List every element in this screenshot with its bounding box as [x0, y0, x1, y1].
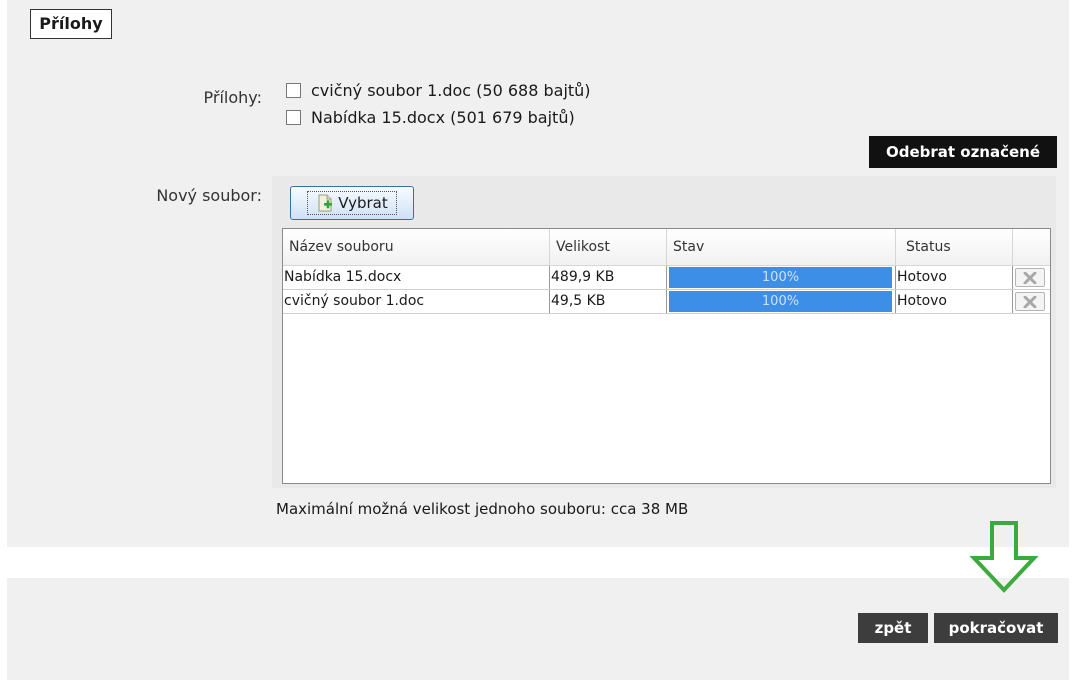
remove-file-button[interactable] — [1015, 268, 1045, 287]
column-header-status: Status — [896, 229, 1013, 265]
progress-cell: 100% — [667, 290, 896, 313]
add-file-icon — [318, 194, 333, 212]
attachments-label: Přílohy: — [203, 88, 262, 107]
file-size: 49,5 KB — [550, 290, 667, 313]
table-header: Název souboru Velikost Stav Status — [283, 229, 1050, 266]
close-icon — [1023, 295, 1037, 308]
choose-file-label: Vybrat — [338, 194, 388, 212]
remove-file-button[interactable] — [1015, 292, 1045, 311]
arrow-down-icon — [969, 521, 1039, 593]
file-status: Hotovo — [896, 266, 1013, 289]
attachment-checkbox[interactable] — [286, 83, 301, 98]
section-title: Přílohy — [30, 9, 112, 39]
table-row: cvičný soubor 1.doc 49,5 KB 100% Hotovo — [283, 290, 1050, 314]
upload-table: Název souboru Velikost Stav Status Nabíd… — [282, 228, 1051, 484]
file-name: cvičný soubor 1.doc — [283, 290, 550, 313]
back-button[interactable]: zpět — [858, 613, 928, 643]
column-header-actions — [1013, 229, 1050, 265]
remove-selected-button[interactable]: Odebrat označené — [869, 136, 1057, 168]
progress-text: 100% — [761, 294, 800, 309]
progress-text: 100% — [761, 270, 800, 285]
attachment-checkbox[interactable] — [286, 110, 301, 125]
file-status: Hotovo — [896, 290, 1013, 313]
table-row: Nabídka 15.docx 489,9 KB 100% Hotovo — [283, 266, 1050, 290]
progress-bar: 100% — [669, 291, 892, 312]
close-icon — [1023, 271, 1037, 284]
column-header-size: Velikost — [550, 229, 667, 265]
progress-cell: 100% — [667, 266, 896, 289]
choose-file-focus: Vybrat — [307, 191, 397, 215]
attachment-text: Nabídka 15.docx (501 679 bajtů) — [311, 108, 575, 127]
attachment-item[interactable]: cvičný soubor 1.doc (50 688 bajtů) — [286, 81, 591, 100]
progress-bar: 100% — [669, 267, 892, 288]
file-name: Nabídka 15.docx — [283, 266, 550, 289]
choose-file-button[interactable]: Vybrat — [290, 186, 414, 220]
max-size-note: Maximální možná velikost jednoho souboru… — [276, 500, 689, 518]
column-header-name: Název souboru — [283, 229, 550, 265]
attachment-text: cvičný soubor 1.doc (50 688 bajtů) — [311, 81, 591, 100]
file-size: 489,9 KB — [550, 266, 667, 289]
column-header-state: Stav — [667, 229, 896, 265]
continue-button[interactable]: pokračovat — [934, 613, 1058, 643]
new-file-label: Nový soubor: — [156, 186, 262, 205]
attachment-item[interactable]: Nabídka 15.docx (501 679 bajtů) — [286, 108, 575, 127]
